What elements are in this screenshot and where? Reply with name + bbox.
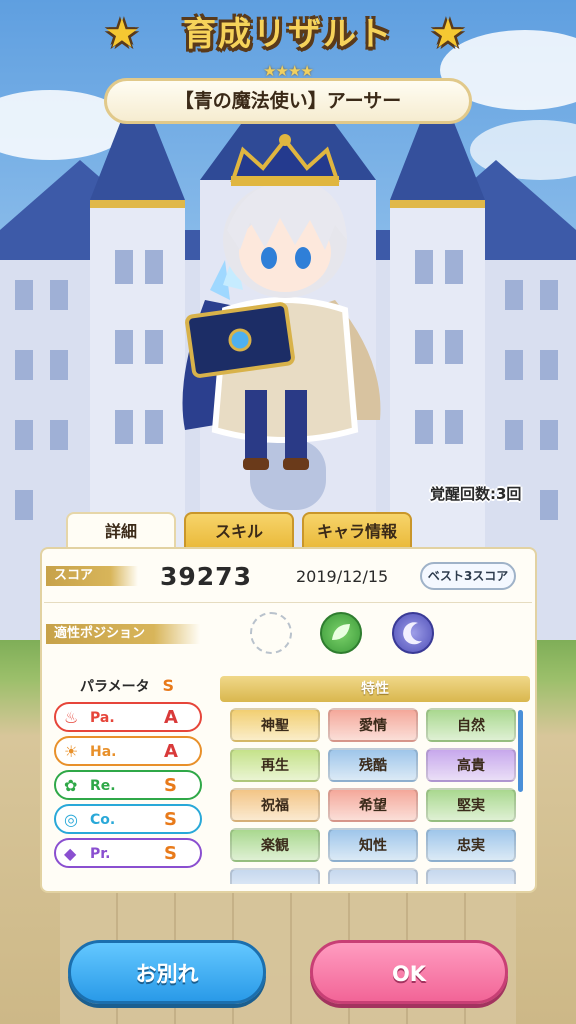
empty-position-slot xyxy=(250,612,292,654)
farewell-button[interactable]: お別れ xyxy=(68,940,266,1004)
clover-icon: ✿ xyxy=(64,776,78,795)
parameter-name: Pa. xyxy=(90,710,115,726)
trait-item-partial[interactable] xyxy=(328,868,418,884)
parameter-pa: ♨ Pa. A xyxy=(54,702,202,732)
parameter-name: Re. xyxy=(90,778,116,794)
traits-grid[interactable]: 神聖 愛情 自然再生 残酷 高貴祝福 希望 堅実楽観 知性 忠実 xyxy=(220,702,526,884)
tab-skills[interactable]: スキル xyxy=(184,512,294,550)
parameter-rank: A xyxy=(164,707,178,728)
moon-icon xyxy=(392,612,434,654)
score-label: スコア xyxy=(46,566,138,586)
score-date: 2019/12/15 xyxy=(296,567,389,586)
star-icon: ★ xyxy=(430,11,466,57)
sun-icon: ☀ xyxy=(64,742,79,761)
trait-item[interactable]: 祝福 xyxy=(230,788,320,822)
parameter-title-label: パラメータ xyxy=(80,679,150,695)
trait-item[interactable]: 堅実 xyxy=(426,788,516,822)
trait-item[interactable]: 愛情 xyxy=(328,708,418,742)
flame-icon: ♨ xyxy=(64,708,79,727)
trait-item-partial[interactable] xyxy=(426,868,516,884)
tab-details[interactable]: 詳細 xyxy=(66,512,176,550)
parameter-pr: ◆ Pr. S xyxy=(54,838,202,868)
overall-rank: S xyxy=(162,676,174,695)
character-sprite xyxy=(182,134,381,470)
parameter-rank: S xyxy=(164,843,177,864)
tab-chara-info[interactable]: キャラ情報 xyxy=(302,512,412,550)
trait-item[interactable]: 神聖 xyxy=(230,708,320,742)
parameter-title: パラメータ S xyxy=(80,676,174,696)
trait-item[interactable]: 自然 xyxy=(426,708,516,742)
trait-item-partial[interactable] xyxy=(230,868,320,884)
traits-header: 特性 xyxy=(220,676,530,702)
parameter-ha: ☀ Ha. A xyxy=(54,736,202,766)
parameter-co: ◎ Co. S xyxy=(54,804,202,834)
trait-item[interactable]: 希望 xyxy=(328,788,418,822)
trait-item[interactable]: 知性 xyxy=(328,828,418,862)
parameter-name: Co. xyxy=(90,812,116,828)
parameter-re: ✿ Re. S xyxy=(54,770,202,800)
trait-item[interactable]: 高貴 xyxy=(426,748,516,782)
ok-button[interactable]: OK xyxy=(310,940,508,1004)
trait-item[interactable]: 残酷 xyxy=(328,748,418,782)
title-banner: 育成リザルト xyxy=(105,8,471,60)
awakening-count: 覚醒回数:3回 xyxy=(430,485,522,503)
star-icon: ★ xyxy=(104,11,140,57)
position-label: 適性ポジション xyxy=(46,624,200,644)
trait-item[interactable]: 再生 xyxy=(230,748,320,782)
parameter-name: Pr. xyxy=(90,846,111,862)
leaf-icon xyxy=(320,612,362,654)
trait-item[interactable]: 楽観 xyxy=(230,828,320,862)
traits-scrollbar[interactable] xyxy=(518,710,523,792)
parameter-rank: S xyxy=(164,809,177,830)
orbit-icon: ◎ xyxy=(64,810,78,829)
parameter-name: Ha. xyxy=(90,744,117,760)
parameter-rank: A xyxy=(164,741,178,762)
parameter-rank: S xyxy=(164,775,177,796)
trait-item[interactable]: 忠実 xyxy=(426,828,516,862)
score-value: 39273 xyxy=(160,562,252,591)
diamond-icon: ◆ xyxy=(64,844,77,863)
page-title: 育成リザルト xyxy=(183,14,393,53)
best3-score-button[interactable]: ベスト3スコア xyxy=(420,562,516,590)
character-name: 【青の魔法使い】アーサー xyxy=(104,78,472,124)
